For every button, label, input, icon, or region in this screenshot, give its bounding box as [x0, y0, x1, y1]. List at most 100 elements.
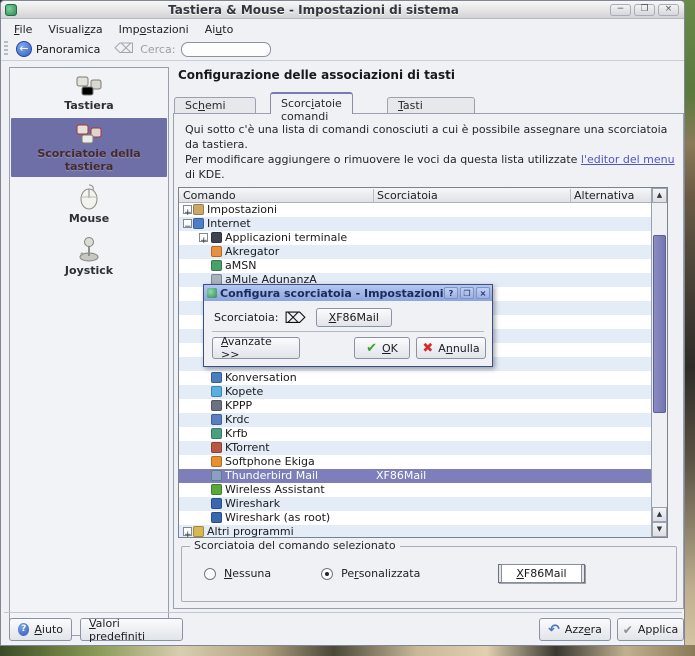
help-button[interactable]: ? Aiuto: [9, 618, 72, 641]
app-icon: [211, 484, 222, 495]
app-icon: [211, 428, 222, 439]
table-row[interactable]: −Internet: [179, 217, 651, 231]
table-row[interactable]: Thunderbird MailXF86Mail: [179, 469, 651, 483]
window-titlebar[interactable]: Tastiera & Mouse - Impostazioni di siste…: [1, 1, 684, 19]
description-line1: Qui sotto c'è una lista di comandi conos…: [185, 122, 677, 152]
selected-command-groupbox: Scorciatoia del comando selezionato Ness…: [181, 546, 677, 602]
app-icon: [211, 246, 222, 257]
page-title: Configurazione delle associazioni di tas…: [178, 68, 455, 82]
table-row[interactable]: Wireshark: [179, 497, 651, 511]
app-icon: [211, 260, 222, 271]
mouse-icon: [78, 184, 100, 210]
table-row[interactable]: aMSN: [179, 259, 651, 273]
table-row[interactable]: Wireshark (as root): [179, 511, 651, 525]
joystick-icon: [77, 236, 101, 262]
table-row[interactable]: Kopete: [179, 385, 651, 399]
clear-search-icon[interactable]: ⌫: [114, 41, 134, 57]
maximize-button[interactable]: ❐: [634, 4, 655, 16]
sidebar-item-mouse[interactable]: Mouse: [11, 179, 167, 229]
ok-button[interactable]: ✔ OK: [354, 337, 410, 359]
row-label: Konversation: [225, 371, 297, 385]
tab-tasti-modificatori[interactable]: Tasti modificatori: [387, 97, 475, 114]
app-icon: [211, 414, 222, 425]
reset-button[interactable]: ↶ Azzera: [539, 618, 611, 641]
cancel-button[interactable]: ✖ Annulla: [416, 337, 486, 359]
row-label: Wireshark (as root): [225, 511, 330, 525]
menu-impostazioni[interactable]: Impostazioni: [112, 21, 196, 38]
tab-scorciatoie-comandi[interactable]: Scorciatoie comandi: [270, 92, 353, 114]
keyboard-shortcuts-icon: [75, 123, 103, 145]
sidebar: Tastiera Scorciatoie della tastiera Mous…: [9, 67, 169, 636]
table-row[interactable]: KPPP: [179, 399, 651, 413]
app-icon: [193, 526, 204, 537]
table-row[interactable]: KTorrent: [179, 441, 651, 455]
erase-shortcut-icon[interactable]: ⌦: [284, 309, 305, 327]
sidebar-item-label: Mouse: [69, 212, 109, 225]
groupbox-label: Scorciatoia del comando selezionato: [190, 539, 400, 552]
advanced-button[interactable]: Avanzate >>: [212, 337, 300, 359]
toolbar: ← Panoramica ⌫ Cerca:: [1, 38, 684, 61]
row-label: Altri programmi: [207, 525, 294, 537]
apply-button[interactable]: ✔ Applica: [617, 618, 684, 641]
scroll-down-icon[interactable]: ▼: [652, 522, 667, 537]
radio-nessuna[interactable]: [204, 568, 216, 580]
radio-nessuna-label[interactable]: Nessuna: [224, 567, 271, 580]
row-label: Akregator: [225, 245, 279, 259]
sidebar-item-tastiera[interactable]: Tastiera: [11, 70, 167, 116]
list-scrollbar[interactable]: ▲ ▲ ▼: [651, 188, 667, 537]
column-header-comando[interactable]: Comando: [183, 189, 236, 202]
menu-file[interactable]: File: [7, 21, 39, 38]
shortcut-key-button[interactable]: XF86Mail: [498, 564, 584, 583]
minimize-button[interactable]: −: [610, 4, 631, 16]
radio-personalizzata[interactable]: [321, 568, 333, 580]
table-row[interactable]: Konversation: [179, 371, 651, 385]
table-row[interactable]: Krfb: [179, 427, 651, 441]
help-icon: ?: [18, 623, 29, 636]
scrollbar-thumb[interactable]: [653, 235, 666, 413]
table-row[interactable]: +Applicazioni terminale: [179, 231, 651, 245]
desktop-background-bottom: [0, 645, 695, 656]
app-icon: [211, 456, 222, 467]
sidebar-item-label: Tastiera: [64, 99, 113, 112]
app-icon: [193, 204, 204, 215]
dialog-separator: [212, 331, 484, 332]
toolbar-grip[interactable]: [4, 41, 8, 57]
table-row[interactable]: Wireless Assistant: [179, 483, 651, 497]
column-header-alternativa[interactable]: Alternativa: [574, 189, 634, 202]
dialog-help-button[interactable]: ?: [444, 287, 458, 299]
table-row[interactable]: Akregator: [179, 245, 651, 259]
radio-personalizzata-label[interactable]: Personalizzata: [341, 567, 420, 580]
table-row[interactable]: + Altri programmi: [179, 525, 651, 537]
table-row[interactable]: +Impostazioni: [179, 203, 651, 217]
table-row[interactable]: Softphone Ekiga: [179, 455, 651, 469]
app-icon: [211, 442, 222, 453]
dialog-close-button[interactable]: ×: [476, 287, 490, 299]
tab-schemi-scorciatoie[interactable]: Schemi scorciatoie: [174, 97, 256, 114]
dialog-icon: [207, 288, 217, 298]
scroll-up-icon[interactable]: ▲: [652, 188, 667, 203]
menu-aiuto[interactable]: Aiuto: [198, 21, 241, 38]
sidebar-item-scorciatoie-tastiera[interactable]: Scorciatoie della tastiera: [11, 118, 167, 177]
collapse-icon[interactable]: −: [183, 219, 192, 228]
close-button[interactable]: ×: [658, 4, 679, 16]
scroll-up2-icon[interactable]: ▲: [652, 507, 667, 522]
column-header-scorciatoia[interactable]: Scorciatoia: [377, 189, 438, 202]
menu-editor-link[interactable]: l'editor del menu: [581, 153, 675, 166]
command-tree-rows: +Impostazioni−Internet+Applicazioni term…: [179, 203, 651, 537]
expand-icon[interactable]: +: [199, 233, 208, 242]
dialog-shortcut-button[interactable]: XF86Mail: [316, 308, 392, 327]
back-arrow-icon: ←: [16, 41, 32, 57]
defaults-button[interactable]: Valori predefiniti: [80, 618, 183, 641]
menu-visualizza[interactable]: Visualizza: [41, 21, 109, 38]
expand-icon[interactable]: +: [183, 527, 192, 536]
overview-button[interactable]: ← Panoramica: [12, 40, 104, 58]
dialog-titlebar[interactable]: Configura scorciatoia - Impostazioni di …: [204, 285, 492, 301]
expand-icon[interactable]: +: [183, 205, 192, 214]
app-icon: [211, 232, 222, 243]
table-row[interactable]: Krdc: [179, 413, 651, 427]
row-label: Kopete: [225, 385, 263, 399]
ok-check-icon: ✔: [366, 341, 377, 356]
dialog-maximize-button[interactable]: ❐: [460, 287, 474, 299]
search-input[interactable]: [181, 42, 271, 57]
sidebar-item-joystick[interactable]: Joystick: [11, 231, 167, 281]
